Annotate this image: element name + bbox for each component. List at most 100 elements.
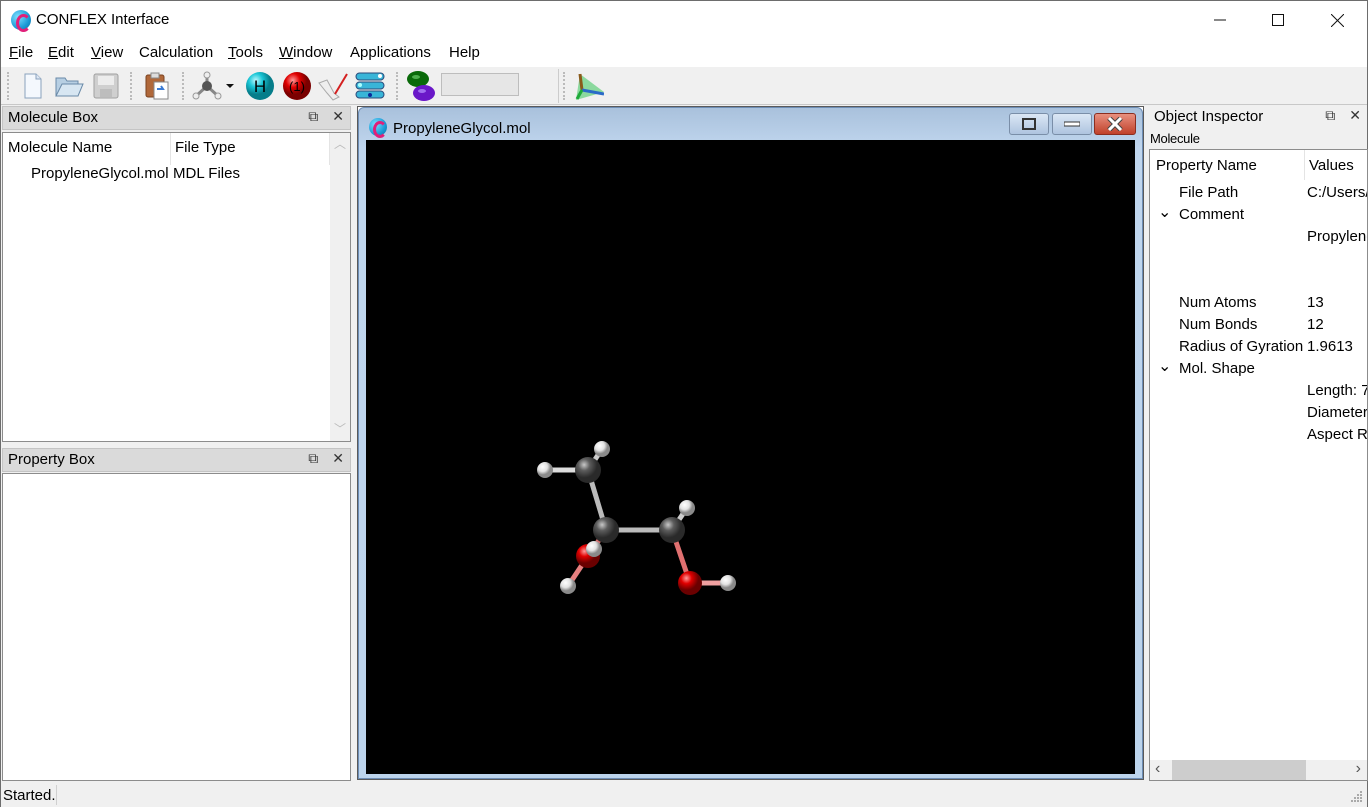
scroll-down-icon[interactable]: ﹀: [330, 420, 350, 437]
maximize-button[interactable]: [1249, 1, 1307, 39]
toolbar-grip[interactable]: [563, 72, 566, 100]
property-value: 1.9613: [1307, 338, 1353, 355]
open-file-button[interactable]: [53, 70, 85, 102]
status-divider: [56, 785, 57, 805]
scrollbar-thumb[interactable]: [1172, 760, 1306, 780]
toolbar-separator: [558, 69, 559, 103]
minimize-icon: [1214, 19, 1226, 21]
expand-chevron-icon[interactable]: ⌄: [1158, 356, 1171, 376]
menu-window[interactable]: Window: [279, 44, 332, 61]
menu-file[interactable]: File: [9, 44, 33, 61]
minimize-button[interactable]: [1191, 1, 1249, 39]
save-button[interactable]: [90, 70, 122, 102]
toolbar-grip[interactable]: [396, 72, 399, 100]
new-file-button[interactable]: [17, 70, 49, 102]
property-row[interactable]: Num Bonds 12: [1150, 316, 1367, 338]
maximize-icon: [1272, 14, 1284, 26]
menu-view[interactable]: View: [91, 44, 123, 61]
close-panel-icon[interactable]: ✕: [332, 108, 344, 125]
orbital-field[interactable]: [441, 73, 519, 96]
molecule-viewer-window: PropyleneGlycol.mol: [358, 107, 1143, 779]
scroll-left-icon[interactable]: ‹: [1155, 760, 1160, 778]
menu-help[interactable]: Help: [449, 44, 480, 61]
atom-number-icon: (1): [283, 72, 311, 100]
atom-number-button[interactable]: (1): [281, 70, 313, 102]
svg-text:(1): (1): [289, 79, 305, 94]
toolbar-grip[interactable]: [182, 72, 185, 100]
float-panel-icon[interactable]: ⧉: [308, 108, 318, 125]
paste-clipboard-icon: [145, 72, 169, 100]
column-header-property-name[interactable]: Property Name: [1156, 157, 1257, 174]
column-divider[interactable]: [1304, 150, 1305, 180]
horizontal-scrollbar[interactable]: ‹ ›: [1150, 760, 1367, 780]
open-folder-icon: [55, 77, 84, 97]
measure-button[interactable]: [317, 70, 349, 102]
column-divider[interactable]: [170, 133, 171, 165]
add-hydrogen-button[interactable]: H: [244, 70, 276, 102]
paste-button[interactable]: [141, 70, 173, 102]
child-close-button[interactable]: [1094, 113, 1136, 135]
column-header-file-type[interactable]: File Type: [175, 139, 236, 156]
property-name: Num Bonds: [1179, 316, 1258, 333]
layers-icon: [355, 72, 385, 99]
orbital-button[interactable]: [405, 70, 437, 102]
toolbar-grip[interactable]: [130, 72, 133, 100]
builder-dropdown-button[interactable]: [223, 70, 237, 102]
scroll-right-icon[interactable]: ›: [1356, 760, 1361, 778]
property-box-content: [2, 473, 351, 781]
property-value: Diameter: [1307, 404, 1368, 421]
property-row[interactable]: File Path C:/Users/: [1150, 184, 1367, 206]
menu-tools[interactable]: Tools: [228, 44, 263, 61]
menu-edit[interactable]: Edit: [48, 44, 74, 61]
close-button[interactable]: [1308, 1, 1366, 39]
property-row[interactable]: ⌄ Mol. Shape: [1150, 358, 1367, 382]
close-icon: [1330, 13, 1344, 27]
close-panel-icon[interactable]: ✕: [332, 450, 344, 467]
property-value: Propylene: [1307, 228, 1368, 245]
property-row[interactable]: Diameter: [1150, 404, 1367, 426]
property-row[interactable]: Aspect Ra: [1150, 426, 1367, 448]
child-restore-button[interactable]: [1009, 113, 1049, 135]
vertical-scrollbar[interactable]: ︿ ﹀: [330, 133, 350, 441]
column-header-values[interactable]: Values: [1309, 157, 1354, 174]
menu-calculation[interactable]: Calculation: [139, 44, 213, 61]
list-item[interactable]: PropyleneGlycol.mol MDL Files: [3, 163, 329, 185]
axis-button[interactable]: [572, 70, 604, 102]
float-panel-icon[interactable]: ⧉: [308, 450, 318, 467]
property-row[interactable]: Radius of Gyration 1.9613: [1150, 338, 1367, 360]
scroll-up-icon[interactable]: ︿: [330, 135, 350, 152]
property-row[interactable]: Length: 7: [1150, 382, 1367, 404]
layers-button[interactable]: [354, 70, 386, 102]
close-icon: [1107, 117, 1123, 131]
close-panel-icon[interactable]: ✕: [1349, 107, 1361, 124]
molecule-builder-icon: [192, 71, 222, 100]
toolbar-grip[interactable]: [7, 72, 10, 100]
conflex-app-window: CONFLEX Interface File Edit View Calcula…: [0, 0, 1368, 807]
menu-bar: File Edit View Calculation Tools Window …: [1, 39, 1367, 67]
new-file-icon: [24, 73, 42, 99]
menu-applications[interactable]: Applications: [350, 44, 431, 61]
property-name: Radius of Gyration: [1179, 338, 1304, 355]
property-name: Num Atoms: [1179, 294, 1257, 311]
atom-carbon: [659, 517, 685, 543]
atom-hydrogen: [586, 541, 602, 557]
3d-molecule-viewport[interactable]: [366, 140, 1135, 774]
property-row[interactable]: Num Atoms 13: [1150, 294, 1367, 316]
molecule-builder-button[interactable]: [191, 70, 223, 102]
child-minimize-button[interactable]: [1052, 113, 1092, 135]
property-row[interactable]: ⌄ Comment: [1150, 204, 1367, 228]
property-row[interactable]: Propylene: [1150, 228, 1367, 250]
toolbar: H (1): [1, 67, 1367, 105]
property-name: Mol. Shape: [1179, 360, 1255, 377]
column-header-molecule-name[interactable]: Molecule Name: [8, 139, 112, 156]
app-title: CONFLEX Interface: [36, 11, 170, 28]
molecule-name: PropyleneGlycol.mol: [31, 165, 169, 182]
expand-chevron-icon[interactable]: ⌄: [1158, 202, 1171, 222]
resize-grip-icon[interactable]: [1351, 791, 1363, 803]
property-tree: Property Name Values File Path C:/Users/ ⌄…: [1149, 149, 1368, 781]
property-value: 12: [1307, 316, 1324, 333]
child-window-title: PropyleneGlycol.mol: [393, 120, 531, 137]
float-panel-icon[interactable]: ⧉: [1325, 107, 1335, 124]
restore-icon: [1022, 118, 1036, 130]
molecule-model[interactable]: [366, 140, 1135, 774]
